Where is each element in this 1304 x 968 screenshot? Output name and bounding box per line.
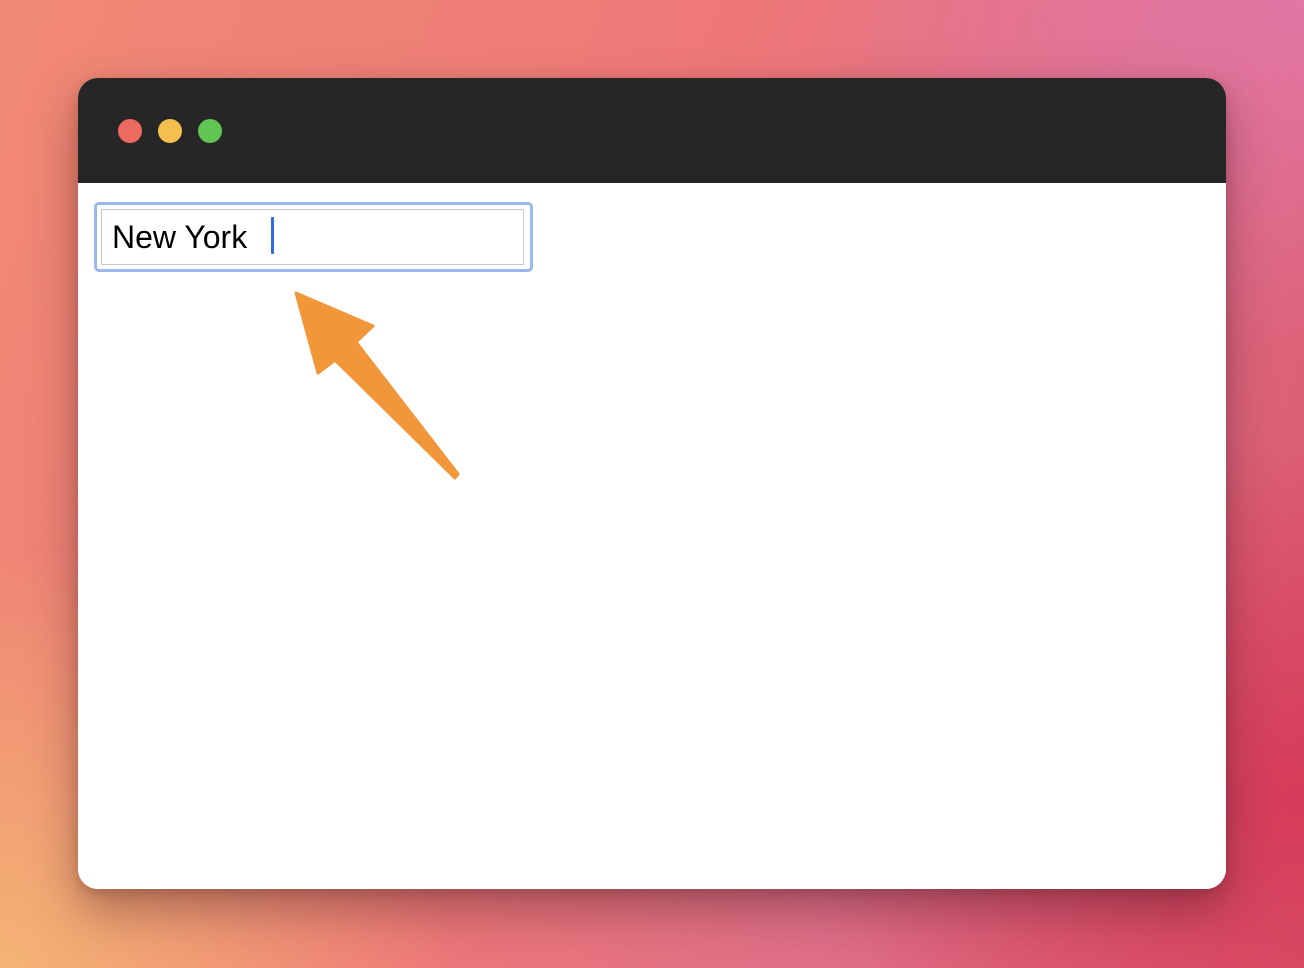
city-input-focus-ring [94,202,533,272]
maximize-button[interactable] [198,119,222,143]
minimize-button[interactable] [158,119,182,143]
city-input[interactable] [101,209,524,265]
text-caret [271,217,274,254]
title-bar [78,78,1226,183]
app-window [78,78,1226,889]
window-content [78,183,1226,889]
close-button[interactable] [118,119,142,143]
